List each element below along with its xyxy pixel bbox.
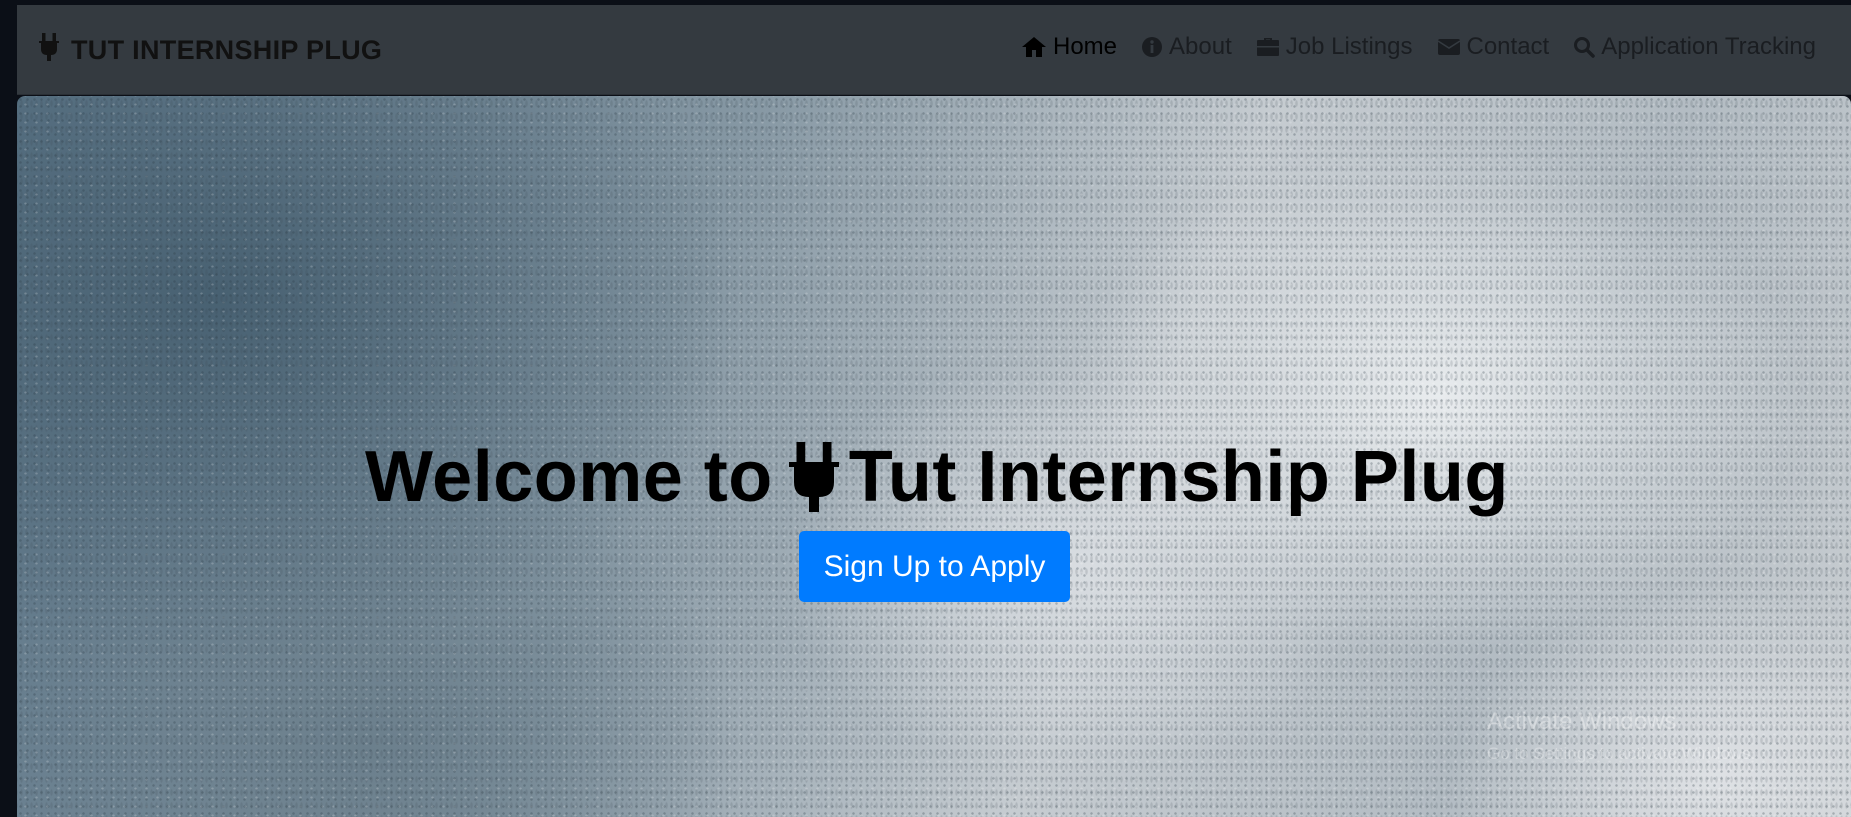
nav-item-application-tracking[interactable]: Application Tracking xyxy=(1573,33,1816,61)
info-icon xyxy=(1141,36,1163,58)
navbar: TUT INTERNSHIP PLUG Home About Job Listi… xyxy=(17,5,1851,95)
nav-item-contact[interactable]: Contact xyxy=(1437,33,1550,61)
watermark-subtitle: Go to Settings to activate Windows. xyxy=(1487,744,1756,763)
nav-item-label: Home xyxy=(1053,33,1118,60)
main-nav: Home About Job Listings Contact Applicat… xyxy=(1021,33,1816,61)
hero-title-suffix: Tut Internship Plug xyxy=(848,437,1509,517)
brand-logo[interactable]: TUT INTERNSHIP PLUG xyxy=(39,33,382,68)
plug-icon xyxy=(788,441,839,513)
nav-item-job-listings[interactable]: Job Listings xyxy=(1256,33,1413,61)
hero-title-prefix: Welcome to xyxy=(365,437,773,517)
sign-up-button[interactable]: Sign Up to Apply xyxy=(799,531,1070,602)
nav-item-label: Contact xyxy=(1466,33,1550,60)
nav-item-home[interactable]: Home xyxy=(1021,33,1117,61)
nav-item-label: About xyxy=(1169,33,1232,60)
envelope-icon xyxy=(1437,37,1461,57)
nav-item-label: Job Listings xyxy=(1285,33,1413,60)
watermark-title: Activate Windows xyxy=(1487,708,1677,735)
hero-title: Welcome to Tut Internship Plug xyxy=(365,436,1509,518)
browser-viewport: TUT INTERNSHIP PLUG Home About Job Listi… xyxy=(0,0,1851,817)
windows-activation-watermark: Activate Windows Go to Settings to activ… xyxy=(1487,708,1755,764)
nav-item-about[interactable]: About xyxy=(1141,33,1232,61)
briefcase-icon xyxy=(1256,36,1280,58)
nav-item-label: Application Tracking xyxy=(1601,33,1816,60)
search-icon xyxy=(1573,36,1595,58)
brand-name: TUT INTERNSHIP PLUG xyxy=(71,35,383,65)
plug-icon xyxy=(39,33,59,68)
hero-section: Welcome to Tut Internship Plug Sign Up t… xyxy=(17,96,1851,817)
home-icon xyxy=(1021,36,1047,58)
